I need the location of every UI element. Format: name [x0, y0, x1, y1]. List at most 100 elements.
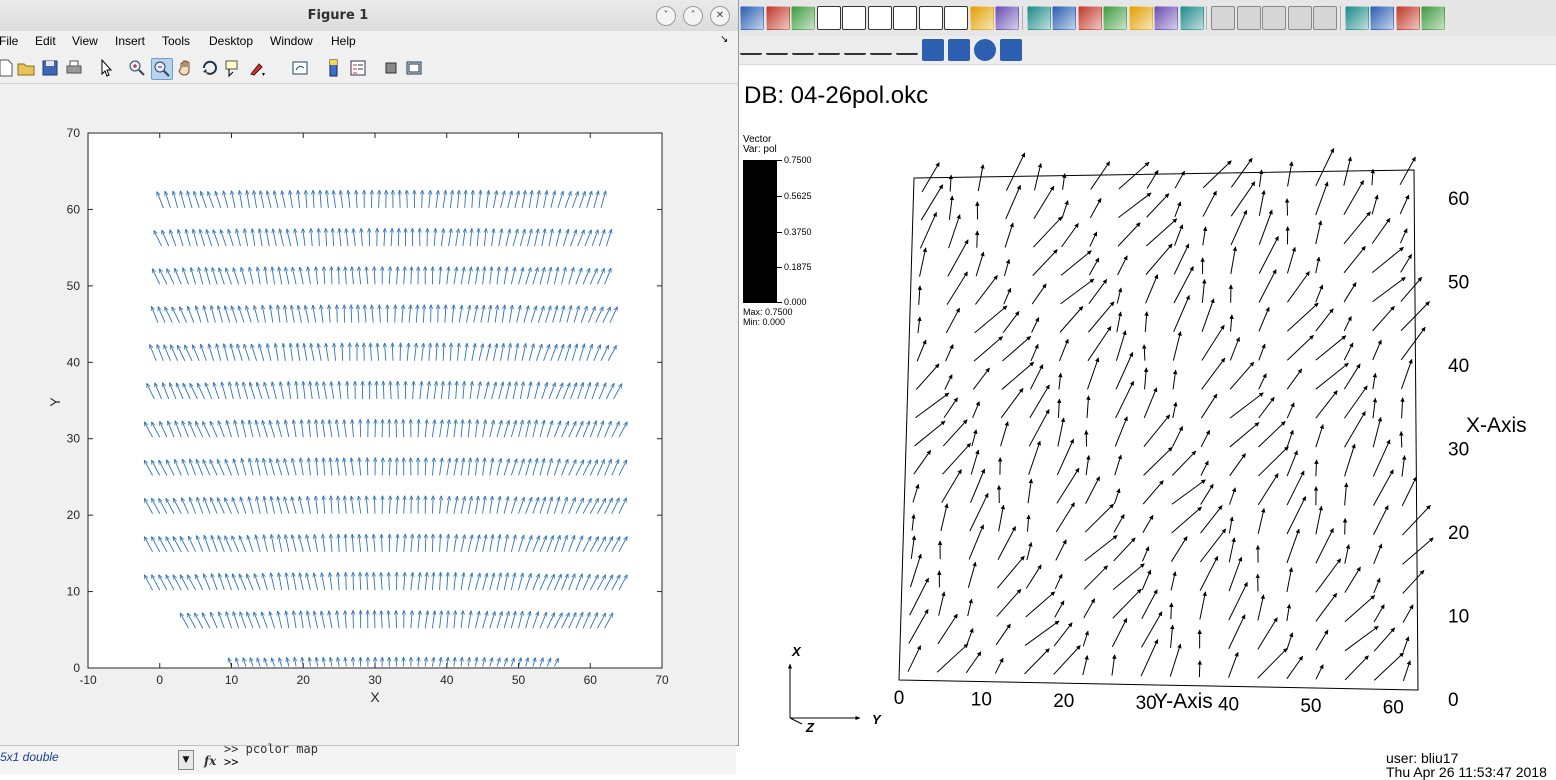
show-plot-tools-icon[interactable] [404, 58, 424, 78]
link-plot-icon[interactable] [290, 58, 310, 78]
brush-icon[interactable]: ▾ [247, 58, 267, 78]
matlab-quiver-axes[interactable]: -10010203040506070 010203040506070 X Y [0, 84, 738, 744]
menu-desktop[interactable]: Desktop [209, 34, 253, 48]
vector-arrow [1085, 504, 1113, 532]
vector-arrow [1058, 418, 1064, 447]
vector-arrow [975, 275, 997, 304]
maximize-button[interactable]: ˄ [683, 6, 703, 26]
edit-plot-arrow-icon[interactable] [96, 58, 116, 78]
function-browser-icon[interactable]: fx [204, 754, 216, 768]
vector-arrow [1373, 340, 1382, 360]
menu-file[interactable]: File [0, 34, 18, 48]
new-figure-icon[interactable] [0, 58, 16, 78]
vector-arrow [1058, 399, 1059, 418]
colorbar-icon[interactable] [324, 58, 344, 78]
vector-arrow [1201, 484, 1214, 504]
x-tick-label: 50 [512, 673, 526, 687]
vector-arrow [1200, 556, 1218, 590]
y-axis-title: Y-Axis [1154, 690, 1213, 713]
quiver-arrow [407, 190, 408, 208]
vector-arrow [1344, 283, 1356, 302]
vector-arrow [1003, 336, 1031, 361]
vector-arrow [999, 505, 1004, 531]
vector-arrow [1118, 193, 1151, 218]
vector-arrow [1374, 653, 1403, 681]
vector-arrow [1287, 604, 1290, 621]
menu-insert[interactable]: Insert [115, 34, 145, 48]
hide-plot-tools-icon[interactable] [381, 58, 401, 78]
vector-arrow [1373, 440, 1390, 477]
quiver-arrow [337, 305, 338, 323]
x-axis-tick-label: 60 [1448, 189, 1469, 210]
vector-arrow [1090, 198, 1101, 218]
zoom-in-icon[interactable] [127, 58, 147, 78]
menu-tools[interactable]: Tools [162, 34, 190, 48]
vector-arrow [1115, 417, 1127, 447]
vector-arrow [1059, 373, 1061, 389]
save-icon[interactable] [40, 58, 60, 78]
vector-arrow [998, 526, 1016, 559]
vector-arrow [946, 308, 959, 333]
vector-arrow [913, 484, 919, 502]
menu-help[interactable]: Help [331, 34, 356, 48]
vector-arrow [1287, 335, 1313, 360]
vector-arrow [1087, 358, 1098, 390]
triad-x-label: X [791, 644, 802, 659]
vector-arrow [1172, 507, 1202, 533]
vector-arrow [1057, 439, 1073, 475]
minimize-button[interactable]: ˅ [656, 6, 676, 26]
vector-arrow [1344, 246, 1365, 273]
menu-view[interactable]: View [72, 34, 98, 48]
vector-arrow [1401, 431, 1402, 447]
data-cursor-icon[interactable] [223, 58, 243, 78]
vector-arrow [1144, 447, 1173, 475]
vector-arrow [997, 556, 1024, 588]
vector-arrow [1083, 656, 1088, 675]
workspace-value-cell[interactable]: 5x1 double [0, 750, 178, 768]
vector-arrow [909, 609, 928, 643]
vector-arrow [1287, 496, 1306, 534]
visit-vector-plot[interactable]: 0102030405060 0102030405060 X-Axis Y-Axi… [736, 0, 1556, 773]
vector-arrow [1116, 352, 1133, 389]
vector-arrow [1259, 344, 1265, 360]
vector-arrow [1345, 626, 1378, 651]
quiver-arrow [396, 420, 397, 438]
y-tick-label: 50 [67, 279, 81, 293]
menu-overflow-icon[interactable]: ↘ [720, 34, 728, 45]
vector-arrow [1400, 229, 1407, 244]
vector-arrow [1372, 247, 1403, 272]
legend-icon[interactable] [348, 58, 368, 78]
print-icon[interactable] [64, 58, 84, 78]
vector-arrow [1090, 232, 1097, 247]
zoom-out-icon[interactable] [151, 58, 173, 80]
rotate-3d-icon[interactable] [200, 58, 220, 78]
workspace-dropdown-icon[interactable]: ▼ [178, 750, 194, 770]
quiver-arrow [432, 534, 433, 552]
vector-arrow [915, 421, 945, 446]
figure-title-bar[interactable]: Figure 1 ˅ ˄ ✕ [0, 0, 738, 32]
vector-arrow [1287, 656, 1303, 679]
menu-window[interactable]: Window [270, 34, 313, 48]
vector-arrow [1025, 649, 1050, 674]
pan-hand-icon[interactable] [176, 58, 196, 78]
open-file-icon[interactable] [16, 58, 36, 78]
vector-arrow [919, 286, 920, 305]
vector-arrow [1287, 271, 1309, 302]
vector-arrow [1344, 180, 1364, 214]
vector-arrow [1032, 284, 1046, 304]
vector-arrow [1173, 370, 1176, 389]
vector-arrow [975, 306, 1007, 333]
quiver-arrow [367, 458, 368, 476]
vector-arrow [1230, 393, 1263, 418]
vector-arrow [1345, 656, 1368, 680]
vector-arrow [1113, 564, 1144, 590]
close-button[interactable]: ✕ [710, 6, 730, 26]
vector-arrow [1054, 623, 1072, 646]
vector-arrow [1229, 652, 1238, 677]
vector-arrow [1287, 451, 1297, 476]
vector-arrow [972, 430, 976, 446]
vector-arrow [946, 345, 953, 362]
menu-edit[interactable]: Edit [35, 34, 56, 48]
command-prompt[interactable]: >> [224, 755, 238, 769]
quiver-arrow [392, 343, 393, 361]
